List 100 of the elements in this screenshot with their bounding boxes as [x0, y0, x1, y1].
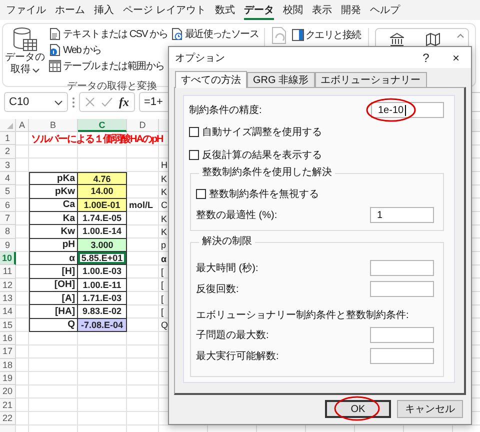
table-cell-text: C: [160, 200, 168, 210]
table-cell: Ca: [29, 198, 78, 212]
database-icon: [12, 27, 38, 52]
menu-tab[interactable]: ホーム: [55, 0, 85, 20]
row-header[interactable]: 6: [0, 198, 16, 212]
row-header[interactable]: 10: [0, 252, 16, 266]
group-title: 整数制約条件を使用した解決: [199, 167, 335, 179]
table-cell: [A]: [29, 292, 78, 306]
table-cell-text: K: [160, 214, 168, 224]
ribbon-button[interactable]: 最近使ったソース: [170, 26, 260, 42]
caret-icon: [32, 66, 40, 74]
menu-tab[interactable]: 表示: [312, 0, 332, 20]
field-label: 最大実行可能解数:: [196, 350, 279, 363]
scroll-up-icon: [456, 32, 465, 40]
checkbox[interactable]: [189, 127, 199, 137]
triangle-icon: [7, 123, 13, 129]
row-header[interactable]: 18: [0, 358, 16, 372]
row-header[interactable]: 16: [0, 332, 16, 346]
dialog-tab[interactable]: すべての方法: [175, 71, 247, 88]
input-field[interactable]: [370, 348, 434, 364]
input-field[interactable]: [370, 281, 434, 297]
row-header[interactable]: 21: [0, 398, 16, 412]
table-cell: 1.00E-01: [78, 198, 127, 212]
table-cell: [OH]: [29, 278, 78, 292]
table-cell-text: [: [160, 306, 164, 317]
row-header[interactable]: 19: [0, 372, 16, 386]
menu-tab[interactable]: 数式: [214, 0, 235, 20]
get-data-button[interactable]: データの 取得: [3, 26, 47, 76]
table-cell: pKw: [29, 185, 78, 199]
column-header[interactable]: A: [16, 119, 29, 132]
web-document-icon: [49, 44, 61, 56]
table-cell: 1.00.E-03: [78, 265, 127, 279]
checkbox-label: 整数制約条件を無視する: [209, 188, 319, 201]
table-cell: Kw: [29, 225, 78, 239]
table-cell-text: mol/L: [128, 199, 154, 212]
menu-tab[interactable]: 校閲: [282, 0, 303, 20]
row-header[interactable]: 11: [0, 265, 16, 279]
checkbox[interactable]: [196, 189, 206, 199]
row-header[interactable]: 12: [0, 278, 16, 292]
dialog-button[interactable]: キャンセル: [397, 400, 463, 418]
row-header[interactable]: 1: [0, 132, 16, 146]
row-header[interactable]: 9: [0, 238, 16, 252]
table-cell-text: K: [160, 186, 168, 197]
table-cell: 14.00: [78, 185, 127, 199]
table-cell: Q: [29, 318, 78, 332]
table-cell: 3.000: [78, 238, 127, 252]
row-header[interactable]: 8: [0, 225, 16, 239]
table-cell-text: K: [160, 226, 168, 237]
menu-tab[interactable]: データ: [244, 0, 274, 20]
checkbox-label: 反復計算の結果を表示する: [202, 148, 322, 162]
table-cell-text: [: [160, 266, 164, 277]
row-header[interactable]: 13: [0, 292, 16, 306]
input-field[interactable]: 1: [370, 207, 434, 223]
table-cell: 1.71.E-03: [78, 292, 127, 306]
row-header[interactable]: 17: [0, 345, 16, 359]
ribbon-button[interactable]: クエリと接続: [290, 27, 362, 43]
help-button[interactable]: ?: [411, 47, 441, 68]
row-header[interactable]: 20: [0, 385, 16, 399]
ribbon-button[interactable]: テーブルまたは範囲から: [48, 58, 166, 74]
function-button[interactable]: fx: [119, 94, 129, 110]
row-header[interactable]: 15: [0, 318, 16, 332]
dialog-button[interactable]: OK: [325, 400, 391, 418]
field-label: 最大時間 (秒):: [196, 262, 258, 275]
column-header[interactable]: C: [78, 119, 127, 132]
table-cell: 5.85.E+01: [78, 252, 127, 266]
input-field[interactable]: [370, 327, 434, 343]
table-cell-text: Q: [160, 320, 168, 330]
dialog-tab[interactable]: エボリューショナリー: [314, 72, 427, 87]
row-header[interactable]: 7: [0, 212, 16, 226]
table-cell: 1.00.E-14: [78, 225, 127, 239]
row-header[interactable]: 2: [0, 145, 16, 159]
row-header[interactable]: 14: [0, 305, 16, 319]
table-cell-text: [: [160, 294, 164, 304]
checkbox[interactable]: [189, 150, 199, 160]
table-cell-text: α: [160, 254, 167, 264]
table-cell-text: p: [160, 240, 166, 250]
table-cell: [H]: [29, 265, 78, 279]
document-icon: [49, 28, 61, 40]
query-panel-icon: [292, 29, 304, 41]
ribbon-button[interactable]: テキストまたは CSV から: [48, 26, 169, 42]
table-cell: 4.76: [78, 172, 127, 186]
row-header[interactable]: 5: [0, 185, 16, 199]
menu-tab[interactable]: ヘルプ: [370, 0, 400, 20]
ribbon-button[interactable]: Web から: [48, 42, 102, 58]
menu-tab[interactable]: ページ レイアウト: [123, 0, 206, 20]
input-field[interactable]: [370, 260, 434, 276]
close-button[interactable]: ×: [441, 47, 471, 68]
close-icon: [85, 97, 95, 107]
dialog-tab[interactable]: GRG 非線形: [247, 72, 315, 87]
row-header[interactable]: 4: [0, 172, 16, 186]
name-box[interactable]: C10: [4, 92, 68, 112]
field-label: 整数の最適性 (%):: [196, 208, 278, 222]
row-header[interactable]: 3: [0, 158, 16, 172]
menu-tab[interactable]: 開発: [340, 0, 361, 20]
check-icon: [101, 97, 113, 107]
input-field[interactable]: 1e-10: [371, 102, 444, 118]
menu-tab[interactable]: 挿入: [94, 0, 114, 20]
menu-tab[interactable]: ファイル: [6, 0, 46, 20]
clock-document-icon: [170, 28, 183, 40]
row-header[interactable]: 22: [0, 412, 16, 426]
